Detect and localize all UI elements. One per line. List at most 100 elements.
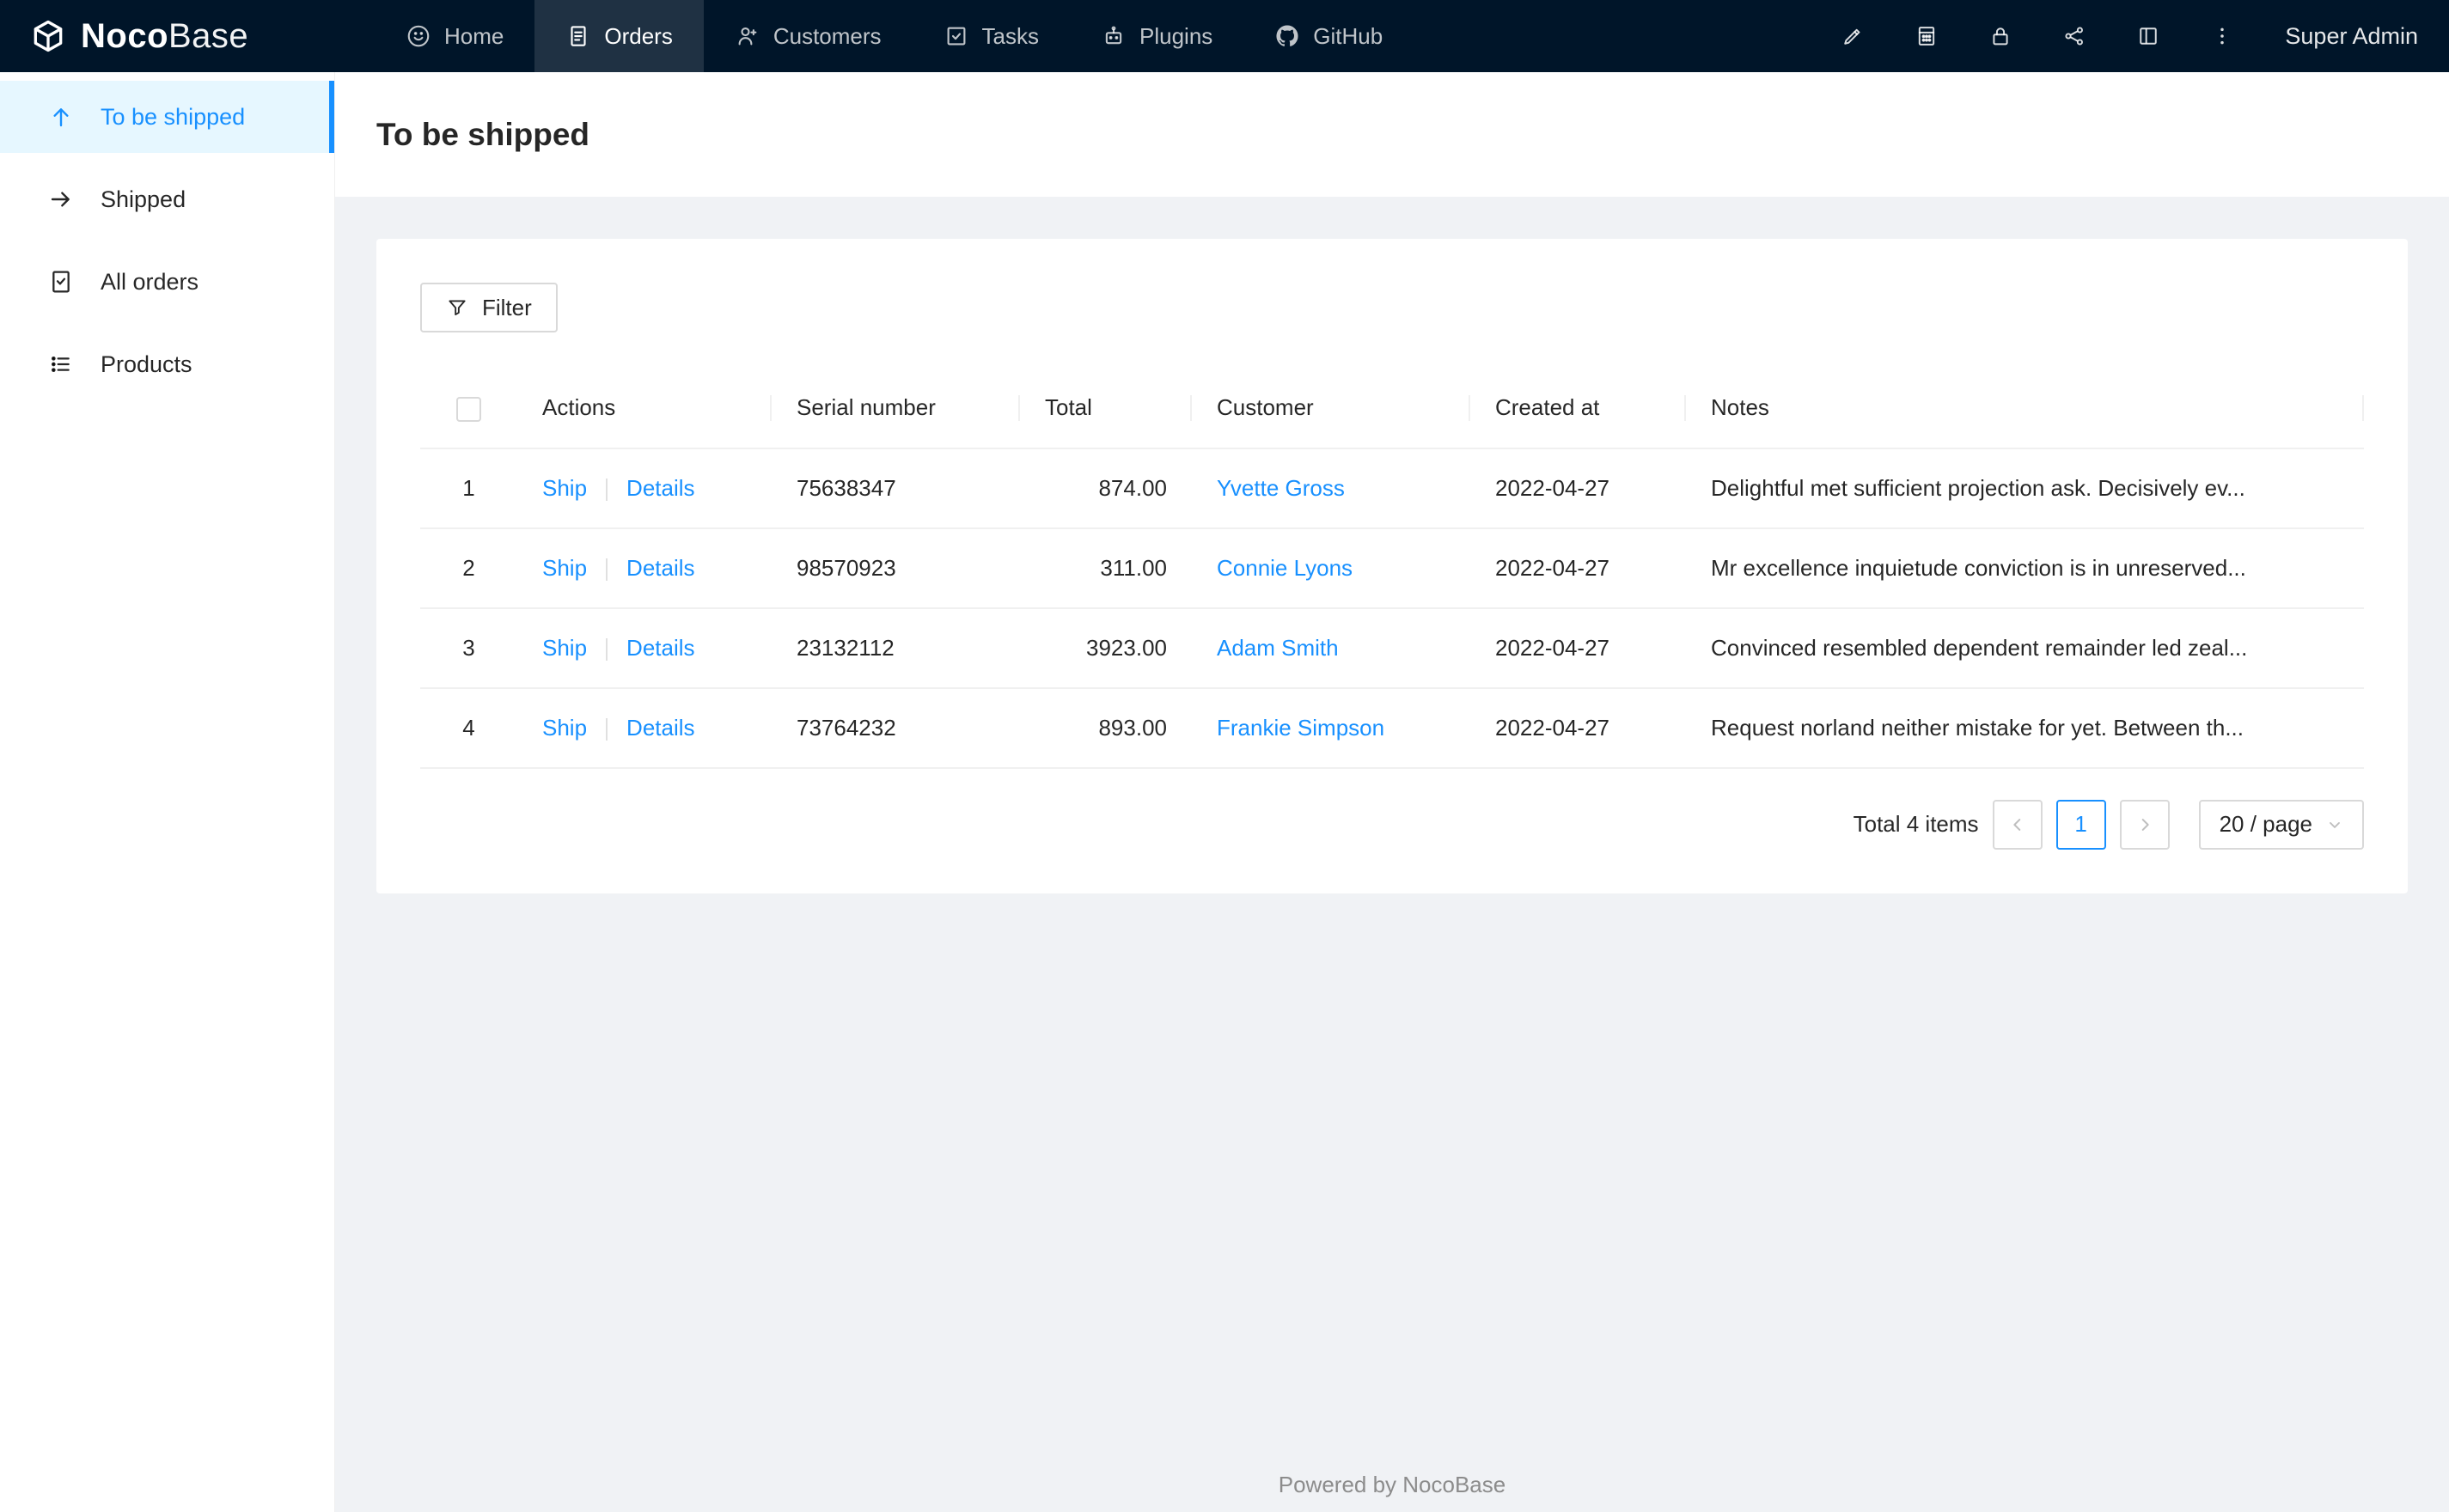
sidebar-item-all-orders[interactable]: All orders xyxy=(0,246,334,318)
created-cell: 2022-04-27 xyxy=(1470,607,1686,689)
filter-button[interactable]: Filter xyxy=(420,283,558,332)
ship-link[interactable]: Ship xyxy=(542,475,587,501)
customer-link[interactable]: Adam Smith xyxy=(1217,635,1339,661)
orders-icon xyxy=(565,23,591,49)
ship-link[interactable]: Ship xyxy=(542,555,587,581)
github-icon xyxy=(1274,23,1300,49)
content: Filter Actions Serial number Total Custo… xyxy=(335,197,2449,893)
sidebar-item-label: To be shipped xyxy=(101,103,246,130)
row-actions: Ship Details xyxy=(517,448,772,529)
action-divider xyxy=(606,478,608,501)
total-cell: 874.00 xyxy=(1020,448,1192,529)
customer-cell: Yvette Gross xyxy=(1192,448,1470,529)
nav-item-label: Home xyxy=(444,22,504,49)
table-header-row: Actions Serial number Total Customer Cre… xyxy=(420,369,2364,449)
page-header: To be shipped xyxy=(335,72,2449,197)
sidebar: To be shipped Shipped All orders Product… xyxy=(0,72,335,1512)
plugins-icon xyxy=(1101,23,1127,49)
created-cell: 2022-04-27 xyxy=(1470,687,1686,769)
serial-cell: 23132112 xyxy=(772,607,1020,689)
col-total: Total xyxy=(1020,369,1192,449)
col-notes: Notes xyxy=(1686,369,2364,449)
arrow-right-icon xyxy=(47,186,75,213)
select-all-checkbox[interactable] xyxy=(456,396,481,422)
action-divider xyxy=(606,717,608,741)
prev-page-button[interactable] xyxy=(1992,799,2043,850)
total-cell: 893.00 xyxy=(1020,687,1192,769)
select-all-header xyxy=(420,369,517,449)
nav-item-orders[interactable]: Orders xyxy=(534,0,704,72)
serial-cell: 98570923 xyxy=(772,527,1020,609)
filter-label: Filter xyxy=(482,294,532,320)
user-menu[interactable]: Super Admin xyxy=(2259,23,2449,50)
nav-item-tasks[interactable]: Tasks xyxy=(913,0,1070,72)
logo-text: NocoBase xyxy=(81,16,249,55)
calculator-icon[interactable] xyxy=(1890,0,1963,72)
customers-icon xyxy=(735,23,760,49)
total-cell: 311.00 xyxy=(1020,527,1192,609)
details-link[interactable]: Details xyxy=(626,555,694,581)
main-area: To be shipped Filter Actions Serial numb… xyxy=(335,72,2449,1512)
col-created: Created at xyxy=(1470,369,1686,449)
details-link[interactable]: Details xyxy=(626,635,694,661)
share-icon[interactable] xyxy=(2037,0,2111,72)
row-actions: Ship Details xyxy=(517,687,772,769)
table-row: 1 Ship Details 75638347 874.00 Yvette Gro… xyxy=(420,448,2364,529)
col-serial: Serial number xyxy=(772,369,1020,449)
sidebar-item-label: All orders xyxy=(101,268,199,295)
customer-cell: Connie Lyons xyxy=(1192,527,1470,609)
tasks-icon xyxy=(944,23,969,49)
action-divider xyxy=(606,558,608,581)
nav-item-label: Tasks xyxy=(981,22,1039,49)
highlighter-icon[interactable] xyxy=(1816,0,1890,72)
page-1-button[interactable]: 1 xyxy=(2055,799,2106,850)
pagination: Total 4 items 1 20 / page xyxy=(420,799,2364,850)
orders-table: Actions Serial number Total Customer Cre… xyxy=(420,369,2364,769)
col-actions: Actions xyxy=(517,369,772,449)
page-size-value: 20 / page xyxy=(2219,811,2312,838)
chevron-down-icon xyxy=(2326,816,2343,833)
nav-item-label: Orders xyxy=(604,22,673,49)
ship-link[interactable]: Ship xyxy=(542,635,587,661)
page-size-select[interactable]: 20 / page xyxy=(2198,799,2364,850)
nocobase-logo[interactable]: NocoBase xyxy=(0,0,335,72)
main-menu: Home Orders Customers Tasks Plugins GitH… xyxy=(375,0,1414,72)
nav-item-plugins[interactable]: Plugins xyxy=(1070,0,1243,72)
details-link[interactable]: Details xyxy=(626,475,694,501)
created-cell: 2022-04-27 xyxy=(1470,527,1686,609)
customer-cell: Adam Smith xyxy=(1192,607,1470,689)
details-link[interactable]: Details xyxy=(626,715,694,741)
nav-item-label: Customers xyxy=(773,22,882,49)
customer-cell: Frankie Simpson xyxy=(1192,687,1470,769)
filter-icon xyxy=(446,296,468,319)
nocobase-logo-icon xyxy=(29,17,67,55)
home-icon xyxy=(406,23,431,49)
total-cell: 3923.00 xyxy=(1020,607,1192,689)
row-index: 4 xyxy=(420,687,517,769)
notes-cell: Request norland neither mistake for yet.… xyxy=(1686,687,2364,769)
chevron-left-icon xyxy=(2008,815,2027,834)
layout-icon[interactable] xyxy=(2111,0,2185,72)
top-navbar: NocoBase Home Orders Customers Tasks Plu… xyxy=(0,0,2449,72)
sidebar-item-products[interactable]: Products xyxy=(0,328,334,400)
more-icon[interactable] xyxy=(2185,0,2259,72)
pagination-total: Total 4 items xyxy=(1853,811,1979,838)
notes-cell: Mr excellence inquietude conviction is i… xyxy=(1686,527,2364,609)
products-icon xyxy=(47,351,75,378)
sidebar-item-shipped[interactable]: Shipped xyxy=(0,163,334,235)
customer-link[interactable]: Yvette Gross xyxy=(1217,475,1345,501)
nav-item-customers[interactable]: Customers xyxy=(704,0,913,72)
customer-link[interactable]: Frankie Simpson xyxy=(1217,715,1384,741)
action-divider xyxy=(606,637,608,661)
ship-link[interactable]: Ship xyxy=(542,715,587,741)
customer-link[interactable]: Connie Lyons xyxy=(1217,555,1353,581)
nav-item-label: Plugins xyxy=(1139,22,1213,49)
nav-item-github[interactable]: GitHub xyxy=(1243,0,1414,72)
next-page-button[interactable] xyxy=(2119,799,2170,850)
row-index: 1 xyxy=(420,448,517,529)
row-index: 3 xyxy=(420,607,517,689)
lock-icon[interactable] xyxy=(1963,0,2037,72)
sidebar-item-to-be-shipped[interactable]: To be shipped xyxy=(0,81,334,153)
nav-item-home[interactable]: Home xyxy=(375,0,534,72)
serial-cell: 73764232 xyxy=(772,687,1020,769)
